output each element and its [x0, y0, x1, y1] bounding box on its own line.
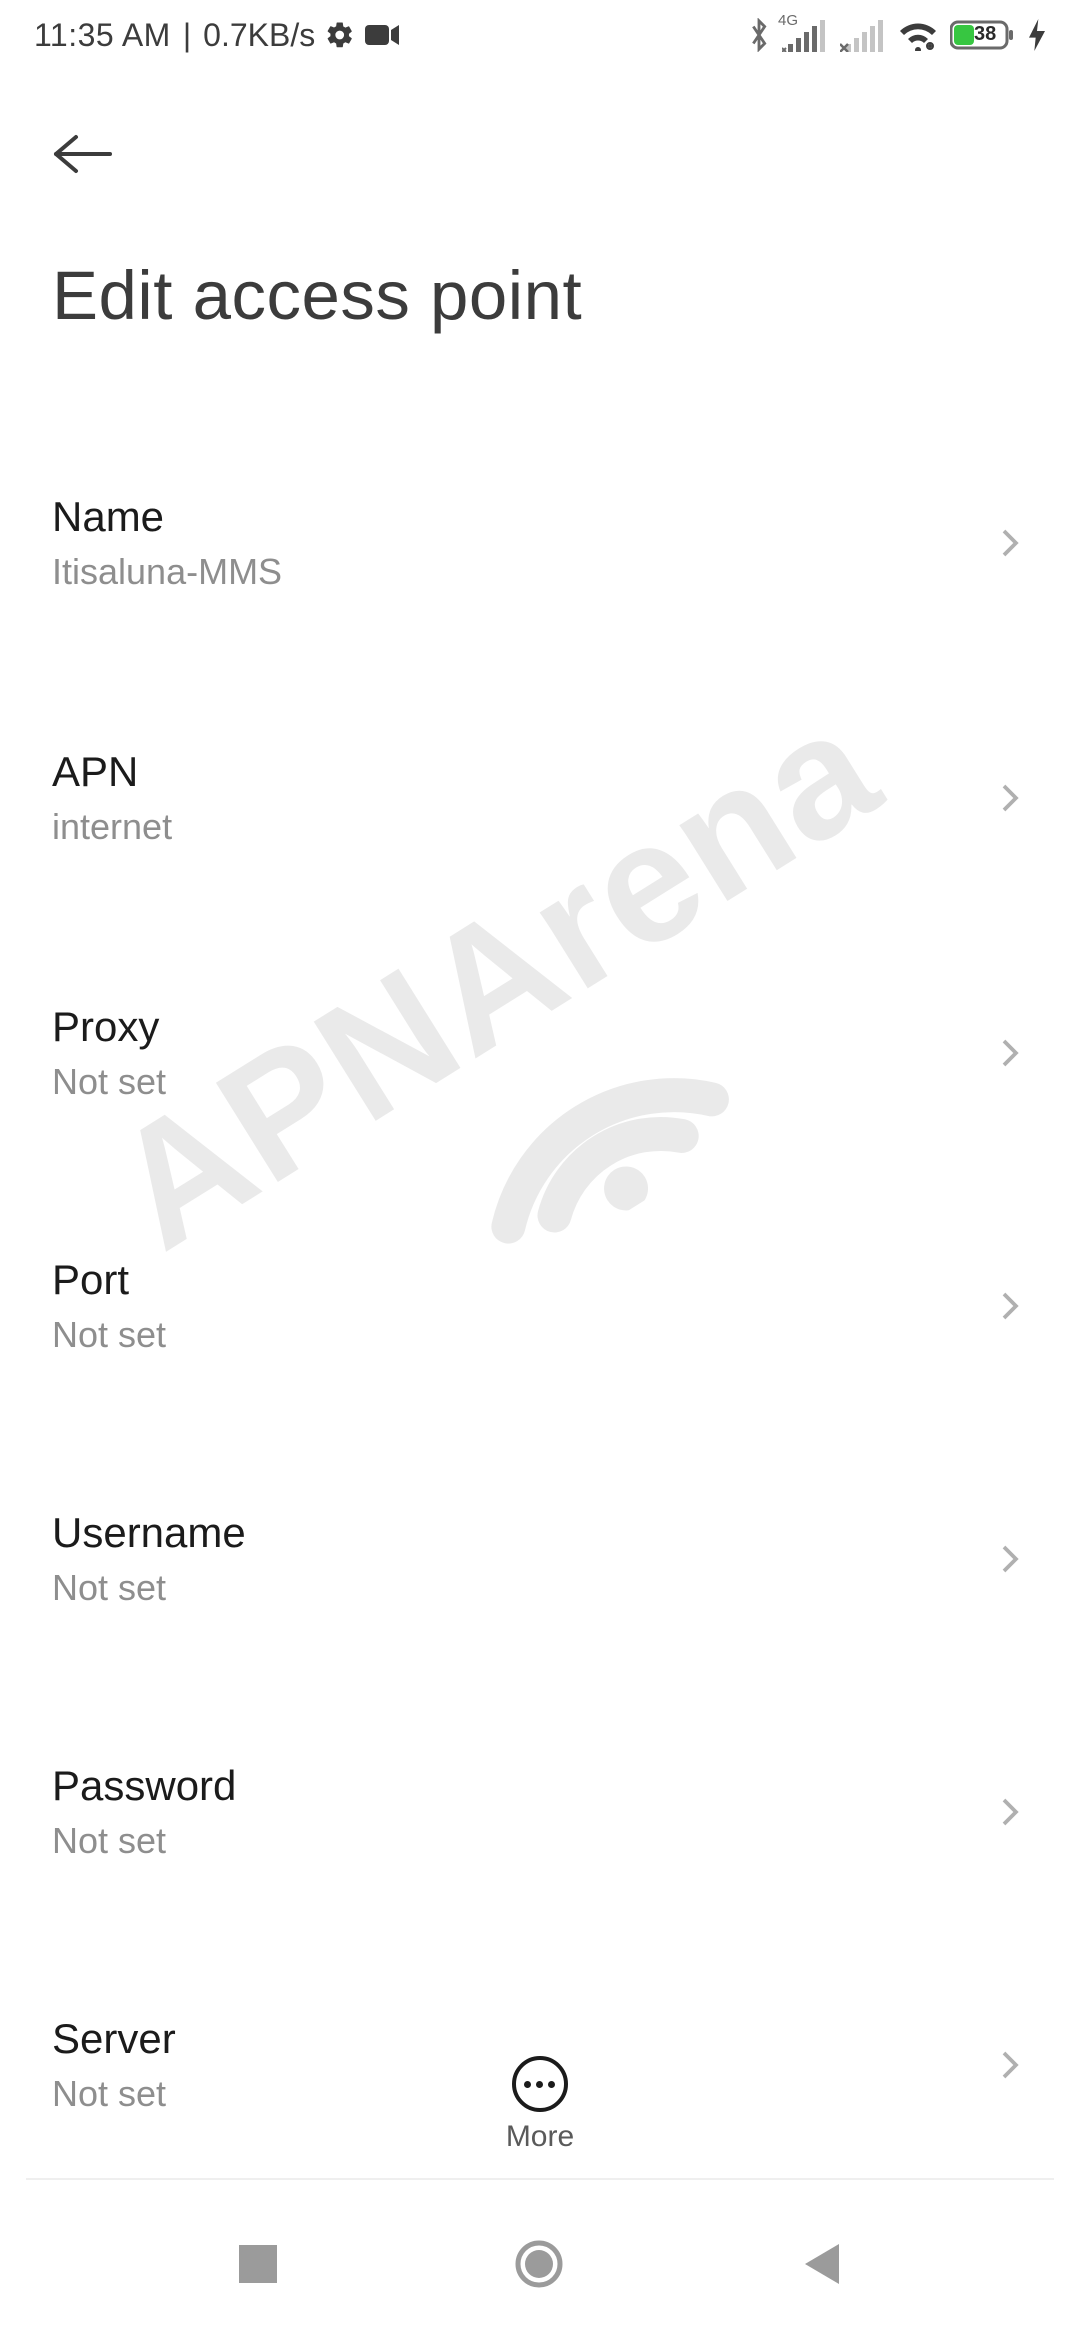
app-header: Edit access point [0, 70, 1080, 345]
network-type-label: 4G [778, 12, 798, 29]
more-button[interactable]: More [506, 2056, 574, 2154]
bluetooth-icon [748, 18, 770, 52]
status-bar: 11:35 AM | 0.7KB/s 4G 38 [0, 0, 1080, 70]
status-right: 4G 38 [748, 18, 1046, 52]
setting-row-apn[interactable]: APN internet [52, 710, 1028, 885]
more-horizontal-icon [512, 2056, 568, 2112]
back-button[interactable] [52, 120, 120, 188]
signal-nosim-icon [840, 18, 886, 52]
settings-list: Name Itisaluna-MMS APN internet Proxy No… [0, 455, 1080, 2225]
chevron-right-icon [992, 1794, 1028, 1830]
chevron-right-icon [992, 1288, 1028, 1324]
setting-label: APN [52, 746, 992, 799]
setting-row-proxy[interactable]: Proxy Not set [52, 965, 1028, 1140]
setting-label: Name [52, 491, 992, 544]
signal-4g-icon: 4G [782, 18, 828, 52]
setting-label: Username [52, 1507, 992, 1560]
setting-row-name[interactable]: Name Itisaluna-MMS [52, 455, 1028, 630]
setting-row-port[interactable]: Port Not set [52, 1218, 1028, 1393]
battery-icon: 38 [950, 19, 1016, 51]
gear-icon [325, 20, 355, 50]
triangle-left-icon [801, 2274, 841, 2289]
setting-value: Not set [52, 1312, 992, 1357]
chevron-right-icon [992, 525, 1028, 561]
square-icon [239, 2271, 277, 2286]
setting-label: Port [52, 1254, 992, 1307]
action-bar: More [0, 2030, 1080, 2180]
status-divider: | [183, 17, 191, 54]
setting-value: internet [52, 804, 992, 849]
charging-icon [1028, 19, 1046, 51]
setting-value: Not set [52, 1059, 992, 1104]
setting-row-username[interactable]: Username Not set [52, 1471, 1028, 1646]
setting-value: Not set [52, 1818, 992, 1863]
chevron-right-icon [992, 1541, 1028, 1577]
circle-icon [515, 2276, 563, 2291]
arrow-left-icon [52, 134, 114, 174]
setting-value: Itisaluna-MMS [52, 549, 992, 594]
status-network-speed: 0.7KB/s [203, 17, 315, 54]
chevron-right-icon [992, 780, 1028, 816]
battery-percent-label: 38 [974, 23, 996, 46]
setting-value: Not set [52, 1565, 992, 1610]
nav-home-button[interactable] [495, 2220, 583, 2311]
status-left: 11:35 AM | 0.7KB/s [34, 17, 399, 54]
video-camera-icon [365, 23, 399, 47]
status-time: 11:35 AM [34, 17, 171, 54]
system-nav-bar [0, 2190, 1080, 2340]
nav-back-button[interactable] [781, 2222, 861, 2309]
setting-label: Proxy [52, 1001, 992, 1054]
wifi-icon [898, 19, 938, 51]
setting-row-password[interactable]: Password Not set [52, 1724, 1028, 1899]
nav-recent-button[interactable] [219, 2225, 297, 2306]
setting-label: Password [52, 1760, 992, 1813]
page-title: Edit access point [52, 256, 1028, 335]
chevron-right-icon [992, 1035, 1028, 1071]
more-label: More [506, 2120, 574, 2154]
